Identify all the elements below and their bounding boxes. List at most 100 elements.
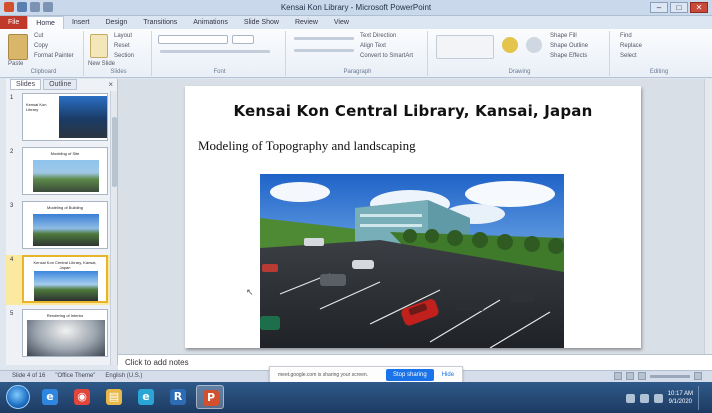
slide-title[interactable]: Kensai Kon Central Library, Kansai, Japa… [185,102,641,120]
clock[interactable]: 10:17 AM 9/1/2020 [668,390,693,406]
pane-close-icon[interactable]: × [108,80,113,89]
maximize-button[interactable]: □ [670,2,688,13]
slide-number: 4 [10,257,14,263]
slide-thumbnail-2[interactable]: 2 Modeling of Site [6,147,110,197]
clock-date: 9/1/2020 [668,399,692,405]
tab-outline[interactable]: Outline [43,79,78,90]
convert-smartart-button[interactable]: Convert to SmartArt [360,53,413,59]
paste-icon[interactable] [8,34,28,60]
notes-placeholder[interactable]: Click to add notes [125,358,189,367]
taskbar-powerpoint[interactable]: P [196,385,224,409]
stop-sharing-button[interactable]: Stop sharing [386,369,434,381]
shape-outline-button[interactable]: Shape Outline [550,43,588,49]
tab-file[interactable]: File [0,16,28,29]
shape-effects-button[interactable]: Shape Effects [550,53,587,59]
tab-home[interactable]: Home [27,16,64,29]
tab-view[interactable]: View [326,16,357,29]
paste-button[interactable]: Paste [8,61,23,67]
site-rendering-image[interactable] [260,174,564,348]
normal-view-icon[interactable] [614,372,622,380]
thumbnail-preview: Kensai Kon Central Library, Kansai, Japa… [22,255,108,303]
cut-button[interactable]: Cut [34,33,43,39]
flag-icon[interactable] [625,393,635,403]
thumbnail-image [33,160,99,192]
tab-review[interactable]: Review [287,16,326,29]
thumbnail-title: Kensai Kon Library [26,102,47,112]
taskbar-ie[interactable]: e [36,385,64,409]
thumbnail-preview: Modeling of Site [22,147,108,195]
quick-styles-icon[interactable] [526,37,542,53]
new-slide-button[interactable]: New Slide [88,61,115,67]
minimize-button[interactable]: – [650,2,668,13]
mouse-cursor-icon: ↖ [246,287,254,297]
tab-animations[interactable]: Animations [185,16,236,29]
show-desktop-button[interactable] [698,386,706,410]
font-group: Font [154,31,286,76]
slide-thumbnail-5[interactable]: 5 Rendering of Interior [6,309,110,359]
thumbnail-image [34,271,98,301]
find-button[interactable]: Find [620,33,632,39]
format-painter-button[interactable]: Format Painter [34,53,74,59]
paragraph-group: Text Direction Align Text Convert to Sma… [288,31,428,76]
slide-thumbnail-1[interactable]: 1 Kensai Kon Library [6,93,110,143]
reading-view-icon[interactable] [638,372,646,380]
layout-button[interactable]: Layout [114,33,132,39]
thumbnail-preview: Modeling of Building [22,201,108,249]
align-buttons[interactable] [294,49,354,52]
font-label: Font [213,69,226,75]
hide-button[interactable]: Hide [442,372,454,378]
slide-thumbnail-4[interactable]: 4 Kensai Kon Central Library, Kansai, Ja… [6,255,110,305]
align-text-button[interactable]: Align Text [360,43,386,49]
font-size-dropdown[interactable] [232,35,254,44]
language-indicator[interactable]: English (U.S.) [105,373,142,379]
slide-thumbnail-3[interactable]: 3 Modeling of Building [6,201,110,251]
zoom-slider[interactable] [650,374,690,378]
shape-fill-button[interactable]: Shape Fill [550,33,577,39]
fit-to-window-icon[interactable] [694,372,702,380]
pane-scrollbar[interactable] [110,91,117,365]
taskbar-chrome[interactable]: ◉ [68,385,96,409]
title-bar: Kensai Kon Library - Microsoft PowerPoin… [0,0,712,16]
slide-number: 1 [10,95,14,101]
tab-slides[interactable]: Slides [10,79,42,90]
window-controls: – □ ✕ [650,2,708,13]
section-button[interactable]: Section [114,53,134,59]
tab-design[interactable]: Design [97,16,135,29]
font-name-dropdown[interactable] [158,35,228,44]
text-direction-button[interactable]: Text Direction [360,33,396,39]
reset-button[interactable]: Reset [114,43,130,49]
ribbon: Paste Cut Copy Format Painter Clipboard … [0,29,712,78]
thumbnail-title: Modeling of Site [50,151,80,156]
slide-indicator: Slide 4 of 16 [12,373,46,379]
select-button[interactable]: Select [620,53,637,59]
thumbnail-image [33,214,99,246]
current-slide[interactable]: Kensai Kon Central Library, Kansai, Japa… [185,86,641,348]
volume-icon[interactable] [653,393,663,403]
slide-subtitle[interactable]: Modeling of Topography and landscaping [198,138,416,154]
shapes-gallery[interactable] [436,35,494,59]
replace-button[interactable]: Replace [620,43,642,49]
thumbnail-preview: Rendering of Interior [22,309,108,357]
taskbar-explorer[interactable]: ▤ [100,385,128,409]
tab-insert[interactable]: Insert [64,16,98,29]
new-slide-icon[interactable] [90,34,108,58]
clipboard-group: Paste Cut Copy Format Painter Clipboard [4,31,84,76]
share-message: meet.google.com is sharing your screen. [278,372,369,378]
list-buttons[interactable] [294,37,354,40]
network-icon[interactable] [639,393,649,403]
taskbar-revit[interactable]: R [164,385,192,409]
window-title: Kensai Kon Library - Microsoft PowerPoin… [280,3,432,12]
pane-scroll-thumb[interactable] [112,117,117,187]
powerpoint-icon: P [203,390,219,406]
close-button[interactable]: ✕ [690,2,708,13]
taskbar-edge[interactable]: e [132,385,160,409]
font-format-buttons[interactable] [160,50,270,53]
tab-transitions[interactable]: Transitions [135,16,185,29]
slide-sorter-icon[interactable] [626,372,634,380]
tab-slide-show[interactable]: Slide Show [236,16,287,29]
copy-button[interactable]: Copy [34,43,48,49]
thumbnail-list: 1 Kensai Kon Library 2 Modeling of Site … [6,91,110,365]
slide-scrollbar[interactable] [704,79,712,354]
arrange-icon[interactable] [502,37,518,53]
start-button[interactable] [6,385,30,409]
